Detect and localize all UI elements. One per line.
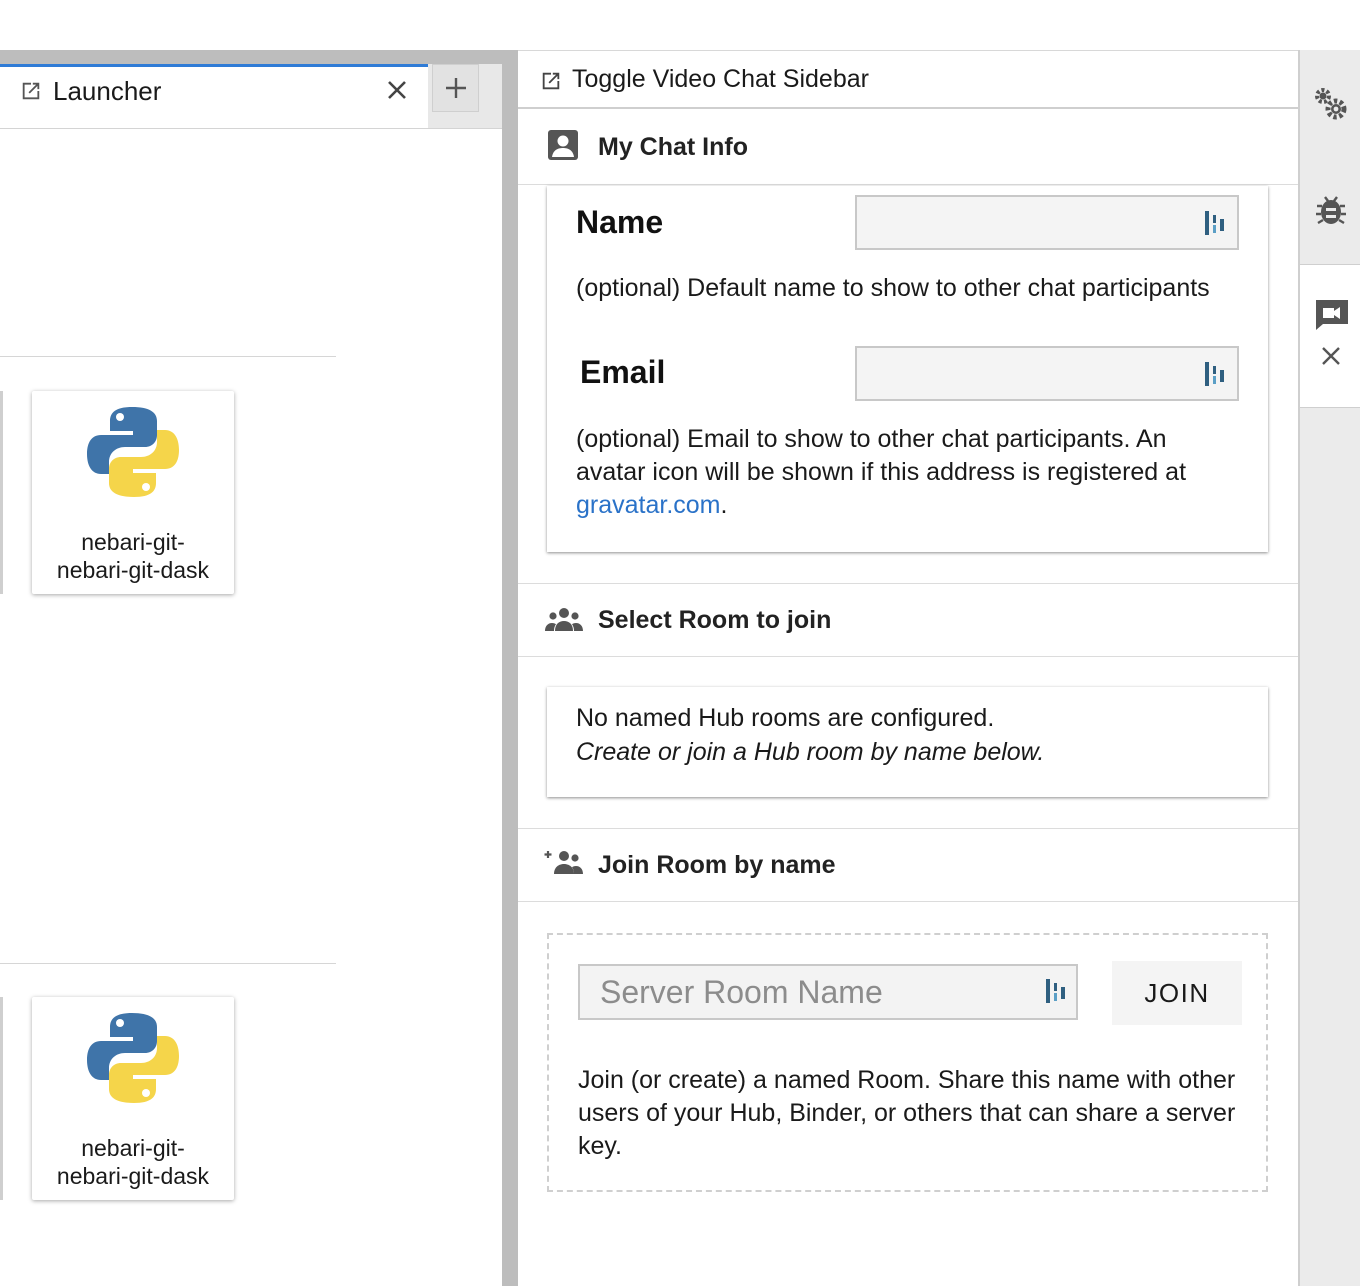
name-label: Name xyxy=(576,204,664,240)
kernel-name: nebari-git-nebari-git-dask xyxy=(56,529,210,583)
tab-strip-border xyxy=(0,50,502,64)
video-chat-icon[interactable] xyxy=(1314,297,1350,333)
no-rooms-text: No named Hub rooms are configured. xyxy=(576,704,995,732)
no-rooms-hint: Create or join a Hub room by name below. xyxy=(576,738,1045,766)
section-my-chat-info[interactable]: My Chat Info xyxy=(518,111,1298,185)
card-edge xyxy=(0,391,3,594)
kernel-card[interactable]: nebari-git-nebari-git-dask xyxy=(32,997,234,1200)
group-add-icon xyxy=(544,851,583,874)
password-manager-icon[interactable] xyxy=(1044,977,1068,1005)
python-logo-icon xyxy=(87,1013,179,1103)
section-join-room[interactable]: Join Room by name xyxy=(518,828,1298,902)
external-link-icon xyxy=(542,72,560,90)
email-label: Email xyxy=(580,354,666,390)
right-sidebar xyxy=(1298,50,1360,1286)
external-link-icon xyxy=(22,82,40,100)
plus-icon xyxy=(446,78,466,98)
email-help-prefix: (optional) Email to show to other chat p… xyxy=(576,425,1187,486)
join-help-text: Join (or create) a named Room. Share thi… xyxy=(578,1066,1236,1160)
email-help-suffix: . xyxy=(720,491,728,519)
python-logo-icon xyxy=(87,407,179,497)
panel-splitter[interactable] xyxy=(502,50,518,1286)
password-manager-icon[interactable] xyxy=(1203,360,1227,388)
section-title: My Chat Info xyxy=(598,133,748,161)
settings-gears-icon[interactable] xyxy=(1313,86,1349,122)
group-icon xyxy=(545,608,583,631)
tab-launcher-label: Launcher xyxy=(53,76,162,106)
kernel-name: nebari-git-nebari-git-dask xyxy=(56,1135,210,1189)
section-divider xyxy=(0,356,336,357)
email-help-text: (optional) Email to show to other chat p… xyxy=(576,423,1236,522)
tab-launcher[interactable]: Launcher xyxy=(0,64,428,128)
email-field[interactable] xyxy=(855,346,1239,401)
section-select-room[interactable]: Select Room to join xyxy=(518,583,1298,657)
account-box-icon xyxy=(548,130,578,160)
chat-info-card: Name (optional) Default name to show to … xyxy=(547,186,1268,552)
name-field[interactable] xyxy=(855,195,1239,250)
launcher-body: nebari-git-nebari-git-dask nebari-git-ne… xyxy=(0,129,502,1286)
section-title: Join Room by name xyxy=(598,851,836,879)
gravatar-link[interactable]: gravatar.com xyxy=(576,491,721,519)
room-name-input[interactable] xyxy=(578,964,1078,1020)
add-tab-button[interactable] xyxy=(432,64,479,112)
close-icon[interactable] xyxy=(1319,344,1343,368)
top-bar xyxy=(0,0,1360,50)
chat-panel-title: Toggle Video Chat Sidebar xyxy=(572,65,869,93)
right-sidebar-active-tab[interactable] xyxy=(1300,264,1360,408)
kernel-card[interactable]: nebari-git-nebari-git-dask xyxy=(32,391,234,594)
name-help-text: (optional) Default name to show to other… xyxy=(576,274,1210,302)
join-button[interactable]: JOIN xyxy=(1112,961,1242,1025)
chat-panel-title-bar: Toggle Video Chat Sidebar xyxy=(518,51,1298,109)
debugger-bug-icon[interactable] xyxy=(1314,192,1348,228)
close-icon[interactable] xyxy=(384,77,410,103)
room-list-card: No named Hub rooms are configured. Creat… xyxy=(547,687,1268,797)
join-room-card: JOIN Join (or create) a named Room. Shar… xyxy=(547,933,1268,1192)
card-edge xyxy=(0,997,3,1200)
section-title: Select Room to join xyxy=(598,606,832,634)
password-manager-icon[interactable] xyxy=(1203,209,1227,237)
section-divider xyxy=(0,963,336,964)
